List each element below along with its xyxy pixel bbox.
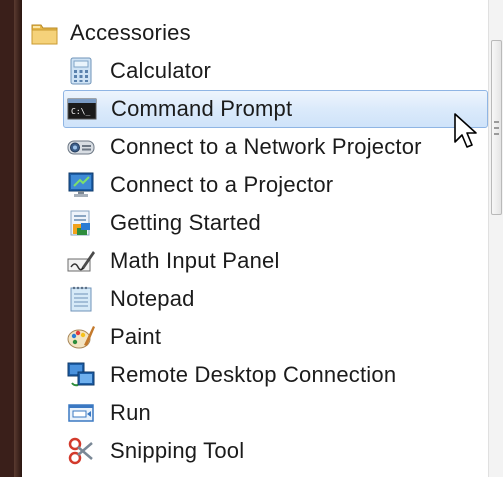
menu-item-calculator[interactable]: Calculator	[22, 52, 488, 90]
svg-text:C:\_: C:\_	[71, 107, 90, 116]
menu-item-math-input-panel[interactable]: Math Input Panel	[22, 242, 488, 280]
menu-item-remote-desktop[interactable]: Remote Desktop Connection	[22, 356, 488, 394]
menu-item-label: Snipping Tool	[110, 438, 245, 463]
math-input-icon	[66, 246, 96, 276]
snipping-tool-icon	[66, 436, 96, 466]
programs-list: Accessories Calculator C:\_ Command Prom…	[22, 14, 488, 470]
menu-item-label: Connect to a Projector	[110, 172, 334, 197]
window-frame-edge	[14, 0, 22, 477]
menu-item-label: Connect to a Network Projector	[110, 134, 422, 159]
menu-item-label: Getting Started	[110, 210, 261, 235]
menu-item-label: Paint	[110, 324, 162, 349]
network-projector-icon	[66, 132, 96, 162]
menu-item-label: Math Input Panel	[110, 248, 280, 273]
scrollbar-grip-icon	[494, 121, 499, 135]
menu-item-command-prompt[interactable]: C:\_ Command Prompt	[63, 90, 488, 128]
paint-icon	[66, 322, 96, 352]
run-icon	[66, 398, 96, 428]
menu-item-label: Remote Desktop Connection	[110, 362, 397, 387]
calculator-icon	[66, 56, 96, 86]
notepad-icon	[66, 284, 96, 314]
menu-item-notepad[interactable]: Notepad	[22, 280, 488, 318]
menu-item-label: Calculator	[110, 58, 212, 83]
mouse-cursor-icon	[453, 112, 479, 152]
folder-label: Accessories	[70, 20, 191, 45]
menu-item-snipping-tool[interactable]: Snipping Tool	[22, 432, 488, 470]
menu-item-label: Notepad	[110, 286, 195, 311]
menu-item-label: Run	[110, 400, 151, 425]
scrollbar-thumb[interactable]	[491, 40, 502, 215]
folder-accessories[interactable]: Accessories	[22, 14, 488, 52]
menu-item-run[interactable]: Run	[22, 394, 488, 432]
menu-item-connect-network-projector[interactable]: Connect to a Network Projector	[22, 128, 488, 166]
window-frame-left	[0, 0, 22, 477]
start-menu-programs-panel: Accessories Calculator C:\_ Command Prom…	[22, 0, 488, 477]
command-prompt-icon: C:\_	[67, 94, 97, 124]
menu-item-label: Command Prompt	[111, 96, 293, 121]
getting-started-icon	[66, 208, 96, 238]
menu-item-getting-started[interactable]: Getting Started	[22, 204, 488, 242]
projector-icon	[66, 170, 96, 200]
folder-icon	[28, 18, 62, 48]
menu-item-paint[interactable]: Paint	[22, 318, 488, 356]
vertical-scrollbar[interactable]	[488, 0, 503, 477]
menu-item-connect-projector[interactable]: Connect to a Projector	[22, 166, 488, 204]
remote-desktop-icon	[66, 360, 96, 390]
